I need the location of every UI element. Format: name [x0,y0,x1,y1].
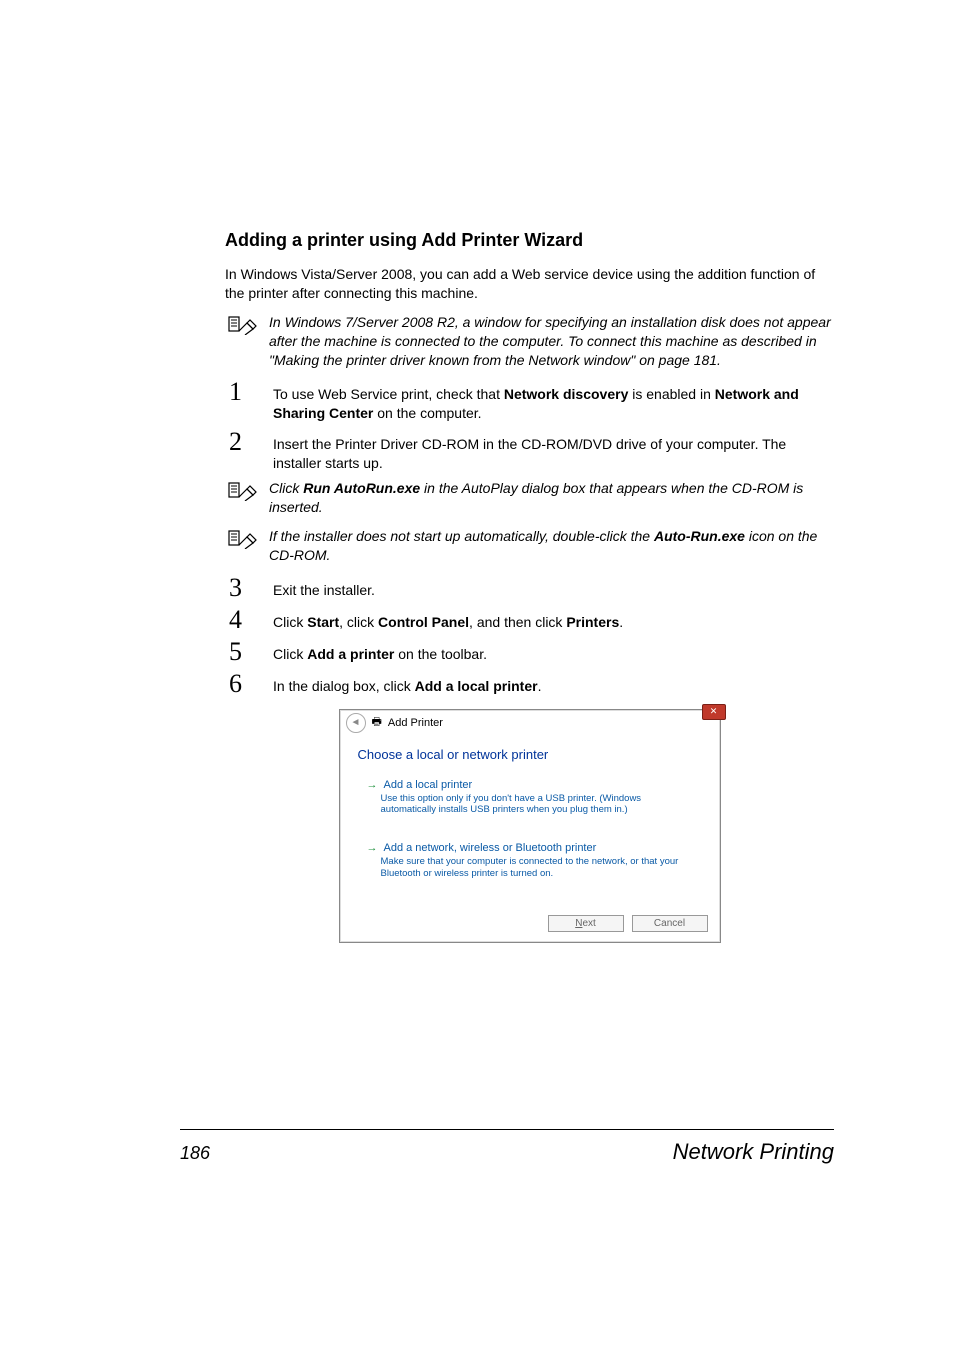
step-6-text: In the dialog box, click Add a local pri… [273,671,834,696]
step-2-text: Insert the Printer Driver CD-ROM in the … [273,429,834,473]
text: , click [339,614,378,630]
step-number: 4 [225,607,263,633]
text: In the dialog box, click [273,678,415,694]
add-printer-dialog: ◄ 🖶 Add Printer ✕ Choose a local or netw… [339,709,721,944]
note-1: In Windows 7/Server 2008 R2, a window fo… [225,313,834,370]
note-3-text: If the installer does not start up autom… [269,527,834,565]
intro-paragraph: In Windows Vista/Server 2008, you can ad… [225,265,834,303]
step-3-text: Exit the installer. [273,575,834,600]
text: Click [269,480,303,496]
arrow-icon: → [367,779,378,791]
step-3: 3 Exit the installer. [225,575,834,601]
step-4: 4 Click Start, click Control Panel, and … [225,607,834,633]
next-button: Next [548,915,624,932]
note-icon [225,527,259,549]
arrow-icon: → [367,842,378,854]
note-3: If the installer does not start up autom… [225,527,834,565]
page-number: 186 [180,1143,210,1164]
text: If the installer does not start up autom… [269,528,654,544]
step-6: 6 In the dialog box, click Add a local p… [225,671,834,697]
step-1: 1 To use Web Service print, check that N… [225,379,834,423]
note-2-text: Click Run AutoRun.exe in the AutoPlay di… [269,479,834,517]
printer-icon: 🖶 [372,713,382,732]
text: To use Web Service print, check that [273,386,504,402]
note-icon [225,479,259,501]
step-number: 2 [225,429,263,455]
back-icon: ◄ [346,713,366,733]
step-number: 3 [225,575,263,601]
cancel-button: Cancel [632,915,708,932]
step-number: 6 [225,671,263,697]
next-label: ext [582,918,595,929]
bold: Add a local printer [415,678,538,694]
bold: Add a printer [307,646,394,662]
text: on the computer. [373,405,481,421]
text: Click [273,614,307,630]
step-5: 5 Click Add a printer on the toolbar. [225,639,834,665]
close-icon: ✕ [702,704,726,720]
bold: Network discovery [504,386,629,402]
dialog-heading: Choose a local or network printer [358,747,702,762]
step-5-text: Click Add a printer on the toolbar. [273,639,834,664]
option-title: Add a network, wireless or Bluetooth pri… [384,842,597,854]
step-2: 2 Insert the Printer Driver CD-ROM in th… [225,429,834,473]
option-title: Add a local printer [384,779,473,791]
option-desc: Make sure that your computer is connecte… [381,856,693,880]
text: . [538,678,542,694]
option-network-printer: → Add a network, wireless or Bluetooth p… [358,835,702,889]
dialog-title-text: Add Printer [388,717,443,729]
text: Click [273,646,307,662]
note-2: Click Run AutoRun.exe in the AutoPlay di… [225,479,834,517]
dialog-titlebar: ◄ 🖶 Add Printer ✕ [340,710,720,735]
note-icon [225,313,259,335]
text: on the toolbar. [394,646,487,662]
bold: Start [307,614,339,630]
dialog-figure: ◄ 🖶 Add Printer ✕ Choose a local or netw… [225,709,834,944]
section-heading: Adding a printer using Add Printer Wizar… [225,230,834,251]
step-1-text: To use Web Service print, check that Net… [273,379,834,423]
footer-title: Network Printing [673,1139,834,1165]
bold-italic: Auto-Run.exe [654,528,745,544]
bold-italic: Run AutoRun.exe [303,480,420,496]
step-4-text: Click Start, click Control Panel, and th… [273,607,834,632]
step-number: 5 [225,639,263,665]
bold: Control Panel [378,614,469,630]
text: , and then click [469,614,566,630]
footer-rule [180,1129,834,1130]
text: is enabled in [628,386,714,402]
bold: Printers [566,614,619,630]
option-desc: Use this option only if you don't have a… [381,793,693,817]
step-number: 1 [225,379,263,405]
note-1-text: In Windows 7/Server 2008 R2, a window fo… [269,313,834,370]
option-local-printer: → Add a local printer Use this option on… [358,772,702,826]
text: . [619,614,623,630]
